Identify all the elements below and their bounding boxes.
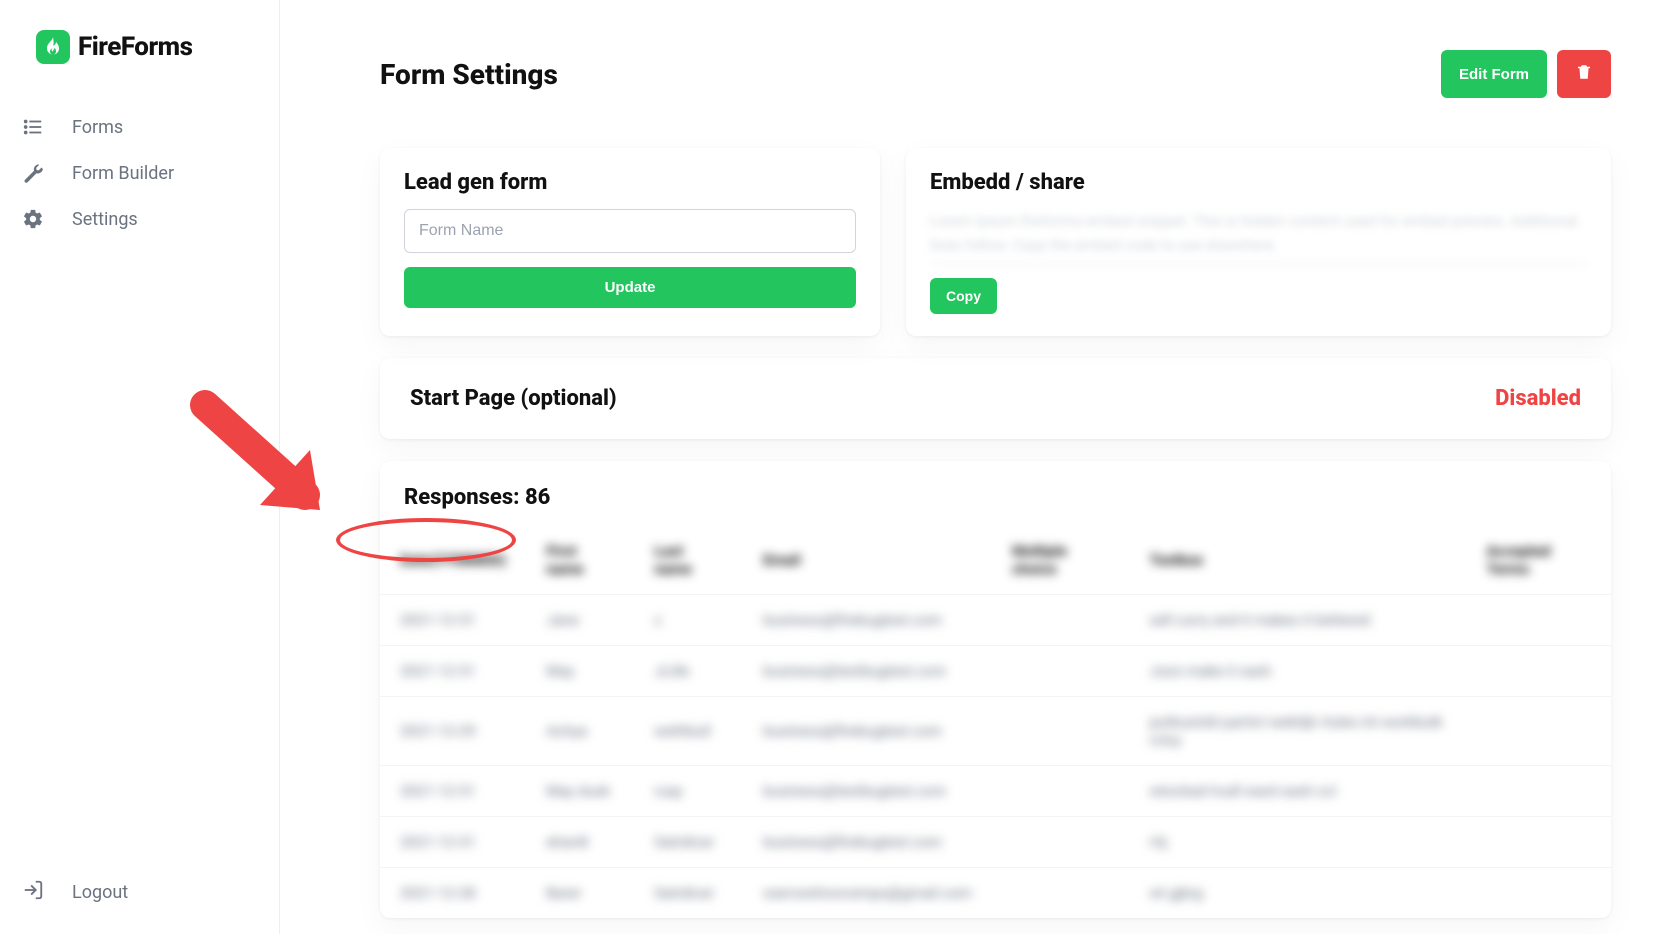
table-cell: business@testbugtest.com	[743, 646, 992, 697]
embed-code-preview: Lorem ipsum fireforms-embed snippet. Thi…	[930, 209, 1587, 264]
table-cell	[992, 766, 1129, 817]
trash-icon	[1575, 62, 1593, 86]
table-cell	[992, 817, 1129, 868]
sidebar-item-label: Settings	[72, 209, 138, 230]
table-cell	[992, 868, 1129, 919]
table-row[interactable]: 2021-12-31Janecbusiness@firebugtest.com s…	[380, 595, 1611, 646]
logout-icon	[22, 879, 44, 906]
table-row[interactable]: 2021-12-31ehardtSatrdicerbusiness@firebu…	[380, 817, 1611, 868]
sidebar: FireForms Forms Form Builder Settings	[0, 0, 280, 934]
table-cell: Jane	[526, 595, 634, 646]
table-cell: JLille	[634, 646, 743, 697]
table-cell: ehardt	[526, 817, 634, 868]
list-icon	[22, 116, 44, 138]
lead-gen-title: Lead gen form	[404, 170, 856, 195]
table-cell	[1467, 697, 1611, 766]
form-name-input[interactable]	[404, 209, 856, 253]
sidebar-item-settings[interactable]: Settings	[16, 196, 263, 242]
lead-gen-card: Lead gen form Update	[380, 148, 880, 336]
start-page-title: Start Page (optional)	[410, 386, 617, 411]
table-cell: Achya	[526, 697, 634, 766]
table-cell: 2021-12-29	[380, 697, 526, 766]
table-cell: Joon make it sash	[1129, 646, 1466, 697]
copy-embed-button[interactable]: Copy	[930, 278, 997, 314]
embed-share-card: Embedd / share Lorem ipsum fireforms-emb…	[906, 148, 1611, 336]
brand-name: FireForms	[78, 32, 192, 62]
table-cell: business@firebugtest.com	[743, 817, 992, 868]
table-header: Last name	[634, 526, 743, 595]
table-header: First name	[526, 526, 634, 595]
table-cell: warrowitnorcemps@gmail.com	[743, 868, 992, 919]
table-cell: wtocbad trudl ward sash ccl	[1129, 766, 1466, 817]
table-cell: putbusinbl particl webtijk rtules int wo…	[1129, 697, 1466, 766]
table-cell: 2021-12-31	[380, 646, 526, 697]
table-cell	[1467, 817, 1611, 868]
sidebar-item-label: Forms	[72, 117, 123, 138]
table-header: Textbox	[1129, 526, 1466, 595]
header-actions: Edit Form	[1441, 50, 1611, 98]
gear-icon	[22, 208, 44, 230]
table-cell: wt gjbrg	[1129, 868, 1466, 919]
logout-label: Logout	[72, 882, 128, 903]
sidebar-nav: Forms Form Builder Settings	[16, 94, 263, 867]
table-header: Date(YYMMDD)	[380, 526, 526, 595]
table-cell: 2021-12-31	[380, 766, 526, 817]
delete-form-button[interactable]	[1557, 50, 1611, 98]
table-cell: ruay	[634, 766, 743, 817]
table-cell	[1467, 595, 1611, 646]
table-header: Accepted Terms	[1467, 526, 1611, 595]
table-cell: business@firebugtest.com	[743, 595, 992, 646]
page-header: Form Settings Edit Form	[380, 50, 1611, 98]
table-cell: rtij	[1129, 817, 1466, 868]
table-cell: Barer	[526, 868, 634, 919]
table-cell	[1467, 868, 1611, 919]
responses-card: Responses: 86 Date(YYMMDD)First nameLast…	[380, 461, 1611, 918]
page-title: Form Settings	[380, 58, 558, 91]
main-content: Form Settings Edit Form Lead gen form Up…	[280, 0, 1671, 934]
table-cell: Satrdicer	[634, 868, 743, 919]
table-cell: May	[526, 646, 634, 697]
table-row[interactable]: 2021-12-29Achyawethbullbusiness@firebugt…	[380, 697, 1611, 766]
start-page-card[interactable]: Start Page (optional) Disabled	[380, 358, 1611, 439]
table-cell	[992, 595, 1129, 646]
responses-table: Date(YYMMDD)First nameLast nameEmailMult…	[380, 526, 1611, 918]
table-cell: business@testbugtest.com	[743, 766, 992, 817]
update-form-name-button[interactable]: Update	[404, 267, 856, 308]
table-cell	[992, 697, 1129, 766]
edit-form-button[interactable]: Edit Form	[1441, 50, 1547, 98]
table-cell: wethbull	[634, 697, 743, 766]
flame-icon	[36, 30, 70, 64]
table-row[interactable]: 2021-12-31May duskruaybusiness@testbugte…	[380, 766, 1611, 817]
sidebar-item-label: Form Builder	[72, 163, 174, 184]
table-cell: Satrdicer	[634, 817, 743, 868]
table-cell	[1467, 646, 1611, 697]
table-cell: sell curry and it makes it bettered	[1129, 595, 1466, 646]
table-header: Multiple choice	[992, 526, 1129, 595]
sidebar-item-form-builder[interactable]: Form Builder	[16, 150, 263, 196]
table-cell: 2021-12-31	[380, 817, 526, 868]
responses-title: Responses: 86	[400, 485, 1611, 526]
table-cell: business@firebugtest.com	[743, 697, 992, 766]
embed-title: Embedd / share	[930, 170, 1587, 195]
sidebar-item-forms[interactable]: Forms	[16, 104, 263, 150]
brand-logo: FireForms	[16, 30, 263, 94]
table-cell	[1467, 766, 1611, 817]
table-cell: May dusk	[526, 766, 634, 817]
wrench-icon	[22, 162, 44, 184]
table-cell: 2021-12-31	[380, 595, 526, 646]
table-row[interactable]: 2021-12-28BarerSatrdicerwarrowitnorcemps…	[380, 868, 1611, 919]
table-cell	[992, 646, 1129, 697]
table-header: Email	[743, 526, 992, 595]
logout-button[interactable]: Logout	[16, 867, 263, 918]
start-page-status: Disabled	[1495, 386, 1581, 411]
table-cell: 2021-12-28	[380, 868, 526, 919]
table-cell: c	[634, 595, 743, 646]
table-row[interactable]: 2021-12-31MayJLillebusiness@testbugtest.…	[380, 646, 1611, 697]
